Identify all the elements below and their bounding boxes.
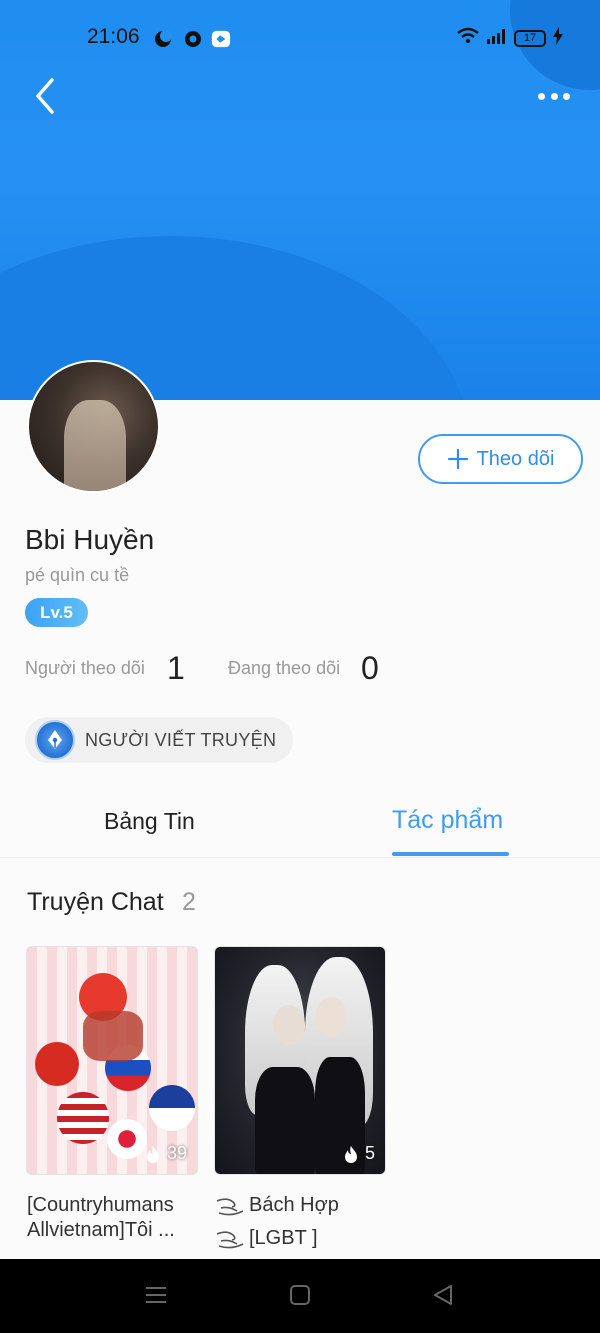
tab-works[interactable]: Tác phẩm bbox=[392, 806, 503, 835]
writer-badge[interactable]: NGƯỜI VIẾT TRUYỆN bbox=[25, 717, 293, 763]
tab-divider bbox=[0, 857, 600, 858]
avatar[interactable] bbox=[27, 360, 160, 493]
flame-icon bbox=[344, 1145, 357, 1163]
follow-button-label: Theo dõi bbox=[476, 447, 555, 470]
following-count[interactable]: 0 bbox=[361, 650, 379, 687]
cover-art bbox=[83, 1011, 143, 1061]
cover-art bbox=[255, 1067, 315, 1174]
cover-art bbox=[315, 997, 347, 1037]
wind-swirl-icon bbox=[216, 1230, 244, 1248]
followers-count[interactable]: 1 bbox=[167, 650, 185, 687]
system-navigation-bar bbox=[0, 1259, 600, 1333]
status-time: 21:06 bbox=[87, 25, 140, 48]
story-title[interactable]: Bách Hợp [LGBT ] bbox=[215, 1193, 339, 1251]
cover-art bbox=[149, 1085, 195, 1131]
charging-icon bbox=[552, 27, 564, 50]
more-dot bbox=[563, 92, 570, 100]
cover-art bbox=[57, 1092, 109, 1144]
story-title-line: Allvietnam]Tôi ... bbox=[27, 1219, 175, 1241]
active-tab-indicator bbox=[392, 852, 509, 856]
signal-icon bbox=[486, 27, 508, 50]
story-title-line-wrap: [LGBT ] bbox=[215, 1226, 339, 1251]
following-label[interactable]: Đang theo dõi bbox=[228, 658, 340, 679]
more-options-button[interactable] bbox=[532, 82, 576, 110]
story-title-line: [LGBT ] bbox=[249, 1227, 318, 1249]
back-button[interactable] bbox=[28, 76, 64, 116]
profile-bio: pé quìn cu tề bbox=[25, 565, 130, 585]
views-badge: 5 bbox=[343, 1143, 375, 1164]
avatar-figure bbox=[64, 400, 126, 491]
wifi-icon bbox=[456, 27, 480, 50]
app-icon bbox=[211, 29, 231, 49]
battery-icon: 17 bbox=[514, 30, 546, 47]
tab-news-feed[interactable]: Bảng Tin bbox=[104, 808, 195, 835]
writer-badge-label: NGƯỜI VIẾT TRUYỆN bbox=[85, 729, 277, 750]
cover-art bbox=[107, 1119, 147, 1159]
more-dot bbox=[550, 92, 558, 100]
pen-nib-icon bbox=[35, 720, 75, 760]
flame-icon bbox=[146, 1145, 159, 1163]
wind-swirl-icon bbox=[216, 1197, 244, 1215]
follow-button[interactable]: Theo dõi bbox=[418, 434, 583, 484]
followers-label[interactable]: Người theo dõi bbox=[25, 658, 145, 679]
status-bar: 21:06 17 bbox=[0, 22, 600, 52]
system-status: 17 bbox=[456, 27, 564, 50]
views-count: 39 bbox=[166, 1143, 187, 1163]
cover-art bbox=[35, 1042, 79, 1086]
plus-icon bbox=[447, 448, 468, 470]
section-title: Truyện Chat bbox=[27, 888, 164, 916]
story-card-cover[interactable]: 39 bbox=[26, 946, 198, 1175]
level-badge: Lv.5 bbox=[25, 598, 88, 627]
story-card-cover[interactable]: 5 bbox=[214, 946, 386, 1175]
home-icon[interactable] bbox=[287, 1283, 317, 1309]
moon-icon bbox=[153, 29, 173, 49]
story-title-line-wrap: Bách Hợp bbox=[215, 1193, 339, 1218]
story-title-line: [Countryhumans bbox=[27, 1194, 174, 1216]
menu-icon[interactable] bbox=[143, 1283, 173, 1309]
chevron-left-icon bbox=[36, 78, 54, 114]
more-dot bbox=[538, 92, 545, 100]
story-title[interactable]: [Countryhumans Allvietnam]Tôi ... bbox=[27, 1193, 175, 1243]
story-title-line: Bách Hợp bbox=[249, 1194, 339, 1216]
views-badge: 39 bbox=[145, 1143, 187, 1164]
profile-name: Bbi Huyền bbox=[25, 524, 155, 555]
views-count: 5 bbox=[364, 1143, 375, 1163]
chrome-icon bbox=[183, 29, 203, 49]
profile-header-banner bbox=[0, 0, 600, 400]
back-triangle-icon[interactable] bbox=[430, 1283, 460, 1309]
cover-art bbox=[273, 1005, 305, 1045]
section-count: 2 bbox=[182, 888, 196, 916]
